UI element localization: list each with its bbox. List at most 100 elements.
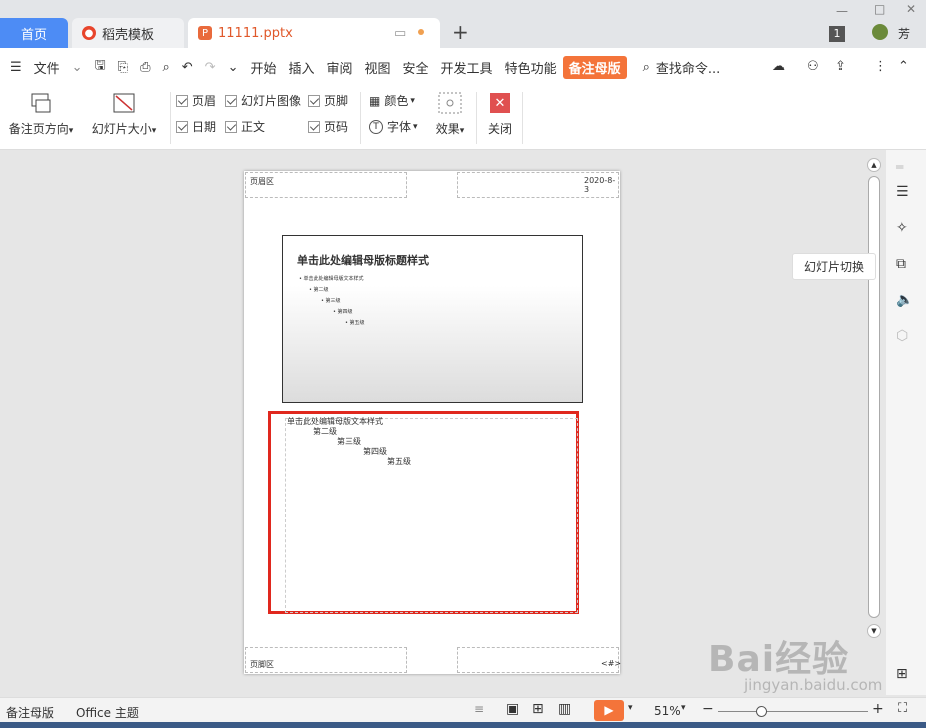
reading-view-icon[interactable]: ▥ bbox=[558, 701, 571, 717]
close-window-icon[interactable]: ✕ bbox=[906, 2, 916, 16]
menu-item[interactable]: 插入 bbox=[282, 58, 320, 77]
collapse-ribbon-icon[interactable]: ⌃ bbox=[898, 59, 909, 74]
menu-item[interactable]: 视图 bbox=[359, 58, 397, 77]
close-master-button[interactable]: ✕ 关闭 bbox=[483, 90, 517, 137]
check-slide-image[interactable]: 幻灯片图像 bbox=[225, 92, 301, 109]
check-page-number[interactable]: 页码 bbox=[308, 118, 348, 135]
check-header[interactable]: 页眉 bbox=[176, 92, 216, 109]
status-bar: 备注母版 Office 主题 ≡ ▣ ⊞ ▥ ▶ ▾ 51% ▾ − + ⛶ bbox=[0, 697, 926, 724]
user-name[interactable]: 芳 bbox=[898, 25, 910, 42]
tab-file[interactable]: P 11111.pptx ▭ bbox=[188, 18, 440, 48]
checkbox[interactable] bbox=[225, 120, 237, 133]
menu-item[interactable]: 开发工具 bbox=[435, 58, 499, 77]
save-icon[interactable]: 🖫 bbox=[89, 56, 112, 78]
effect-button[interactable]: 效果▾ bbox=[430, 90, 470, 137]
print-preview-icon[interactable]: ⌕ bbox=[156, 60, 175, 75]
check-date[interactable]: 日期 bbox=[176, 118, 216, 135]
window-count-badge[interactable]: 1 bbox=[829, 26, 845, 42]
notes-body-text[interactable]: 单击此处编辑母版文本样式 第二级 第三级 第四级 第五级 bbox=[287, 417, 411, 467]
menu-file[interactable]: 文件 bbox=[28, 58, 66, 77]
date-text[interactable]: 2020-8-3 bbox=[584, 176, 620, 194]
tab-home[interactable]: 首页 bbox=[0, 18, 68, 48]
vertical-scrollbar[interactable]: ▲ ▼ bbox=[866, 158, 882, 670]
grid-apps-icon[interactable]: ⊞ bbox=[896, 666, 908, 682]
play-dropdown-icon[interactable]: ▾ bbox=[628, 703, 633, 713]
slide-transition-icon[interactable]: ⧉ bbox=[896, 256, 906, 272]
share-icon[interactable]: ⇪ bbox=[835, 59, 846, 74]
checkbox[interactable] bbox=[308, 94, 320, 107]
search-command[interactable]: 查找命令... bbox=[656, 58, 726, 77]
zoom-in-icon[interactable]: + bbox=[872, 701, 884, 717]
undo-icon[interactable]: ↶ bbox=[176, 60, 199, 75]
play-button[interactable]: ▶ bbox=[594, 700, 624, 721]
checkbox[interactable] bbox=[176, 120, 188, 133]
more-dropdown-icon[interactable]: ⌄ bbox=[222, 60, 245, 75]
tab-daoke[interactable]: ● 稻壳模板 bbox=[72, 18, 184, 48]
animation-icon[interactable]: ✧ bbox=[896, 220, 908, 236]
tab-file-label: 11111.pptx bbox=[218, 25, 293, 41]
scroll-thumb[interactable] bbox=[868, 176, 880, 618]
minimize-icon[interactable]: — bbox=[836, 4, 848, 18]
zoom-slider-knob[interactable] bbox=[755, 706, 767, 717]
notes-level-4: 第四级 bbox=[363, 447, 387, 456]
orientation-button[interactable]: 备注页方向▾ bbox=[6, 90, 76, 137]
checkbox[interactable] bbox=[308, 120, 320, 133]
scroll-down-icon[interactable]: ▼ bbox=[867, 624, 881, 638]
print-icon[interactable]: ⎙ bbox=[134, 60, 156, 75]
slide-size-button[interactable]: 幻灯片大小▾ bbox=[88, 90, 160, 137]
check-label: 幻灯片图像 bbox=[241, 94, 302, 108]
format-painter-icon[interactable]: ⎘ bbox=[112, 60, 134, 75]
zoom-slider[interactable] bbox=[718, 711, 868, 712]
color-button[interactable]: ▦ 颜色 ▾ bbox=[369, 92, 415, 109]
orientation-label: 备注页方向 bbox=[8, 122, 69, 136]
ribbon-divider bbox=[476, 92, 477, 144]
hamburger-icon[interactable]: ☰ bbox=[0, 60, 28, 75]
share-user-icon[interactable]: ⚇ bbox=[807, 59, 819, 74]
zoom-dropdown-icon[interactable]: ▾ bbox=[681, 703, 686, 713]
notes-level-1: 单击此处编辑母版文本样式 bbox=[287, 417, 383, 426]
chevron-down-icon[interactable]: ⌄ bbox=[66, 60, 89, 75]
ribbon-divider bbox=[522, 92, 523, 144]
scroll-up-icon[interactable]: ▲ bbox=[867, 158, 881, 172]
footer-text[interactable]: 页脚区 bbox=[250, 659, 274, 670]
normal-view-icon[interactable]: ▣ bbox=[506, 701, 519, 717]
zoom-level[interactable]: 51% bbox=[654, 704, 681, 718]
notes-toggle-icon[interactable]: ≡ bbox=[474, 702, 484, 716]
checkbox[interactable] bbox=[176, 94, 188, 107]
menu-item[interactable]: 开始 bbox=[244, 58, 282, 77]
page-number-text[interactable]: <#> bbox=[601, 659, 621, 668]
menu-item[interactable]: 安全 bbox=[397, 58, 435, 77]
font-button[interactable]: T 字体 ▾ bbox=[369, 118, 418, 135]
menu-notes-master-active[interactable]: 备注母版 bbox=[562, 55, 627, 79]
redo-icon[interactable]: ↷ bbox=[199, 60, 222, 75]
more-icon[interactable]: ⋮ bbox=[874, 59, 887, 74]
new-tab-button[interactable]: + bbox=[452, 20, 469, 44]
slide-image-placeholder[interactable]: 单击此处编辑母版标题样式 • 单击此处编辑母版文本样式 • 第二级 • 第三级 … bbox=[282, 235, 583, 403]
fit-window-icon[interactable]: ⛶ bbox=[898, 701, 907, 716]
cube-icon[interactable]: ⬡ bbox=[896, 328, 908, 344]
cloud-icon[interactable]: ☁ bbox=[772, 59, 785, 74]
properties-icon[interactable]: ☰ bbox=[896, 184, 909, 200]
menu-item[interactable]: 审阅 bbox=[321, 58, 359, 77]
avatar[interactable] bbox=[872, 24, 888, 40]
slide-sorter-icon[interactable]: ⊞ bbox=[532, 701, 544, 717]
tooltip-slide-transition: 幻灯片切换 bbox=[792, 253, 876, 280]
page-number-placeholder[interactable] bbox=[457, 647, 619, 673]
ribbon-divider bbox=[360, 92, 361, 144]
slide-level-2: • 第二级 bbox=[309, 287, 329, 293]
notes-page: 页眉区 2020-8-3 单击此处编辑母版标题样式 • 单击此处编辑母版文本样式… bbox=[244, 171, 621, 674]
status-theme[interactable]: Office 主题 bbox=[76, 704, 139, 721]
check-body[interactable]: 正文 bbox=[225, 118, 265, 135]
slide-title: 单击此处编辑母版标题样式 bbox=[297, 254, 429, 267]
zoom-out-icon[interactable]: − bbox=[702, 701, 714, 717]
maximize-icon[interactable]: □ bbox=[874, 2, 885, 16]
checkbox[interactable] bbox=[225, 94, 237, 107]
sound-icon[interactable]: 🔈 bbox=[896, 292, 913, 308]
check-footer[interactable]: 页脚 bbox=[308, 92, 348, 109]
pptx-icon: P bbox=[198, 26, 212, 40]
monitor-icon[interactable]: ▭ bbox=[394, 26, 406, 41]
menu-item[interactable]: 特色功能 bbox=[499, 58, 563, 77]
baidu-watermark-site: jingyan.baidu.com bbox=[744, 676, 883, 694]
header-text[interactable]: 页眉区 bbox=[250, 176, 274, 187]
sidebar-handle-icon: ═ bbox=[896, 160, 904, 174]
